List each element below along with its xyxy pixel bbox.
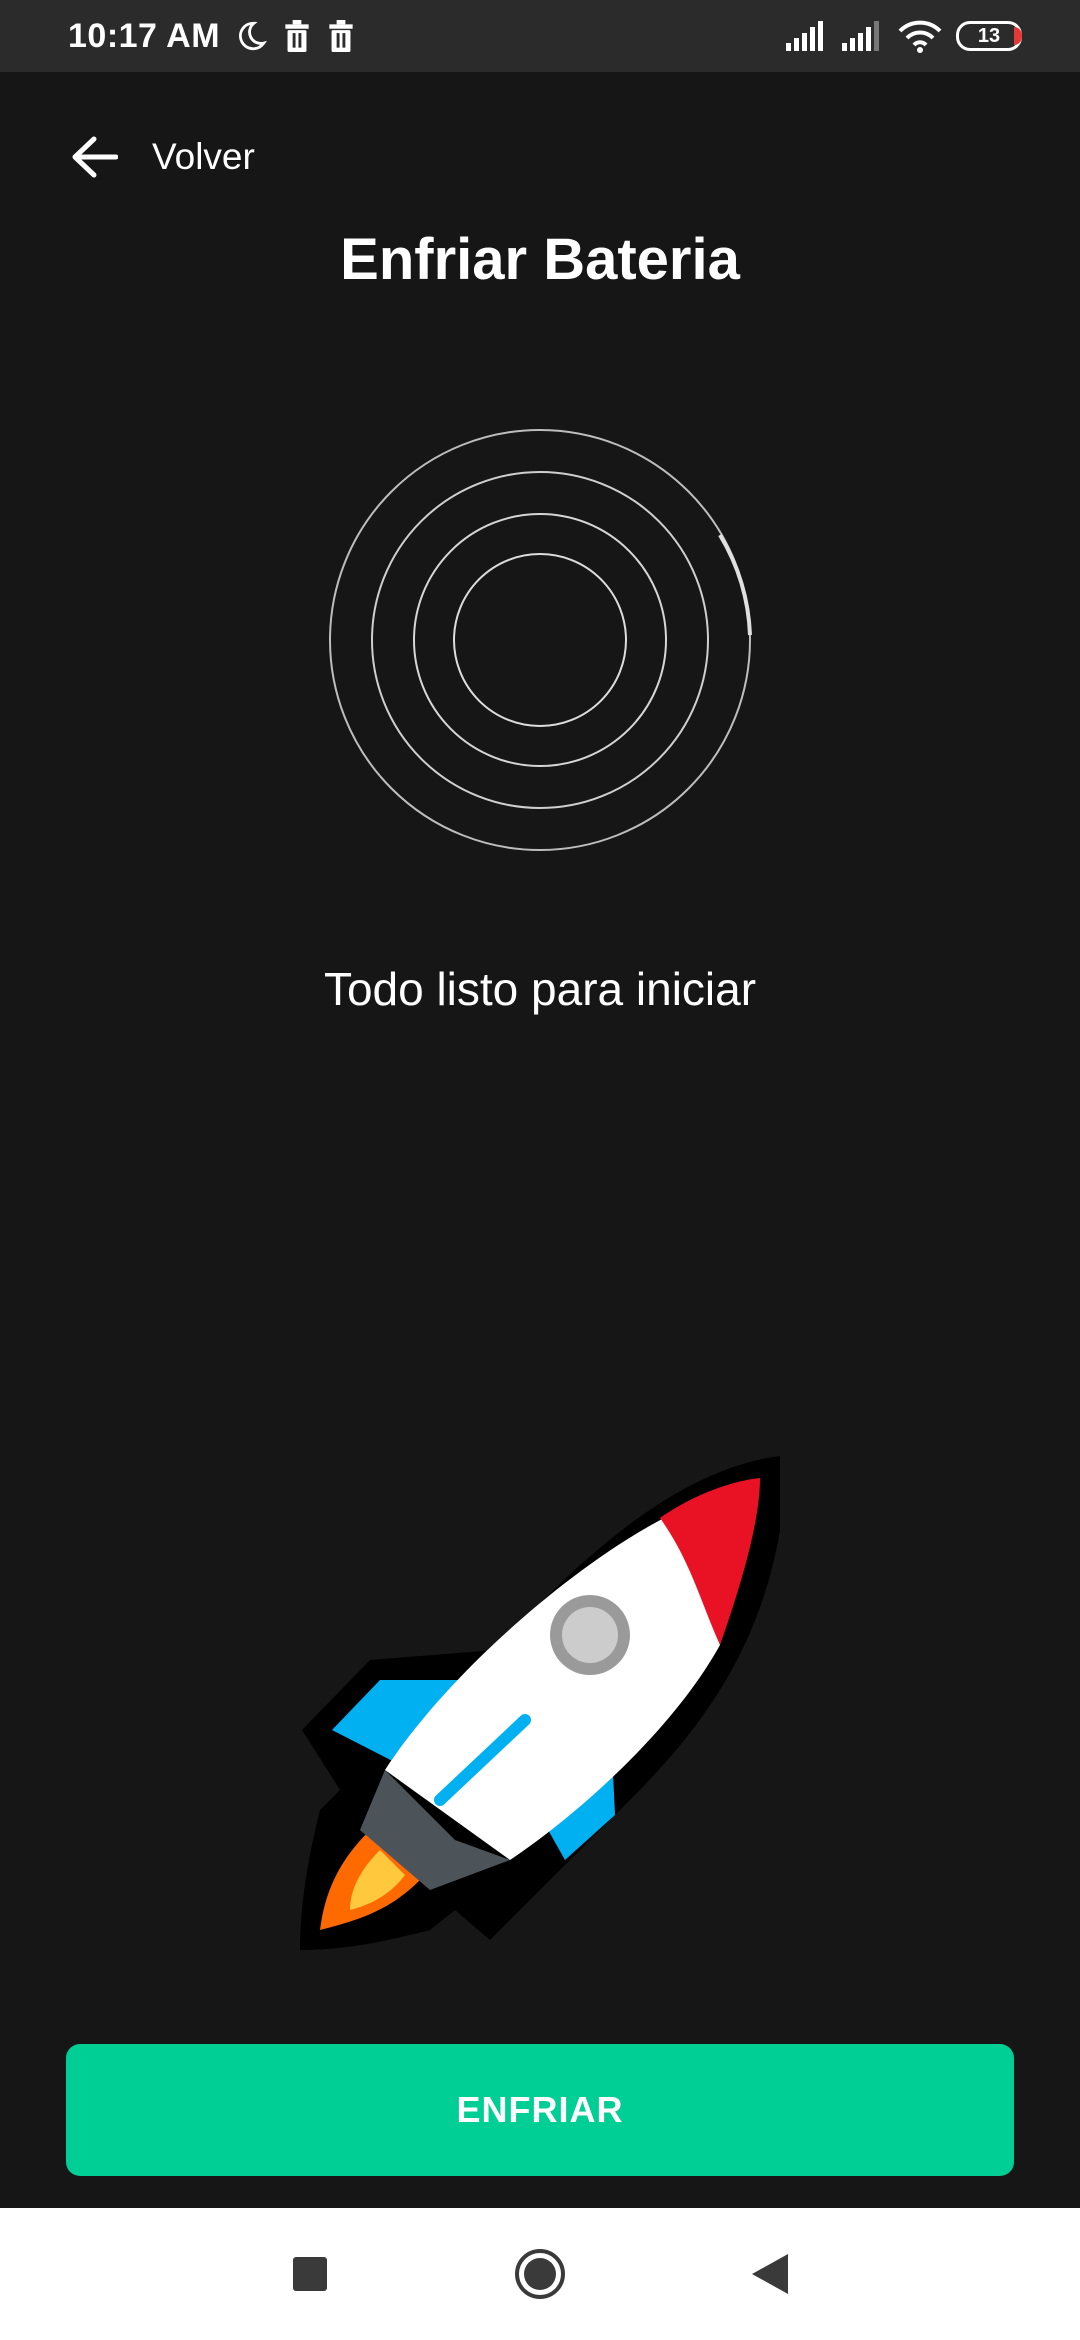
recents-square-icon[interactable]: [270, 2234, 350, 2314]
home-circle-icon[interactable]: [500, 2234, 580, 2314]
page-title: Enfriar Bateria: [340, 227, 740, 292]
navigation-bar: [0, 2208, 1080, 2340]
trash-icon: [326, 20, 356, 52]
status-message: Todo listo para iniciar: [323, 963, 757, 1015]
battery-icon: 13: [956, 21, 1022, 51]
cool-button[interactable]: ENFRIAR: [66, 2044, 1014, 2176]
status-bar: 10:17 AM 13: [0, 0, 1080, 72]
back-label[interactable]: Volver: [152, 136, 255, 178]
wifi-icon: [898, 19, 942, 53]
signal-icon: [842, 21, 884, 51]
arrow-left-icon[interactable]: [70, 135, 118, 179]
status-right: 13: [786, 19, 1022, 53]
battery-level: 13: [977, 24, 1001, 47]
status-left: 10:17 AM: [68, 17, 356, 56]
signal-icon: [786, 21, 828, 51]
back-button[interactable]: Volver: [70, 120, 255, 194]
moon-icon: [234, 19, 268, 53]
radar-rings-graphic: [329, 429, 752, 851]
back-triangle-icon[interactable]: [730, 2234, 810, 2314]
rocket-icon: [300, 1456, 780, 1950]
trash-icon: [282, 20, 312, 52]
app-screen: 10:17 AM 13 Volver Enfriar Bateria Todo …: [0, 0, 1080, 2340]
status-time: 10:17 AM: [68, 16, 221, 55]
